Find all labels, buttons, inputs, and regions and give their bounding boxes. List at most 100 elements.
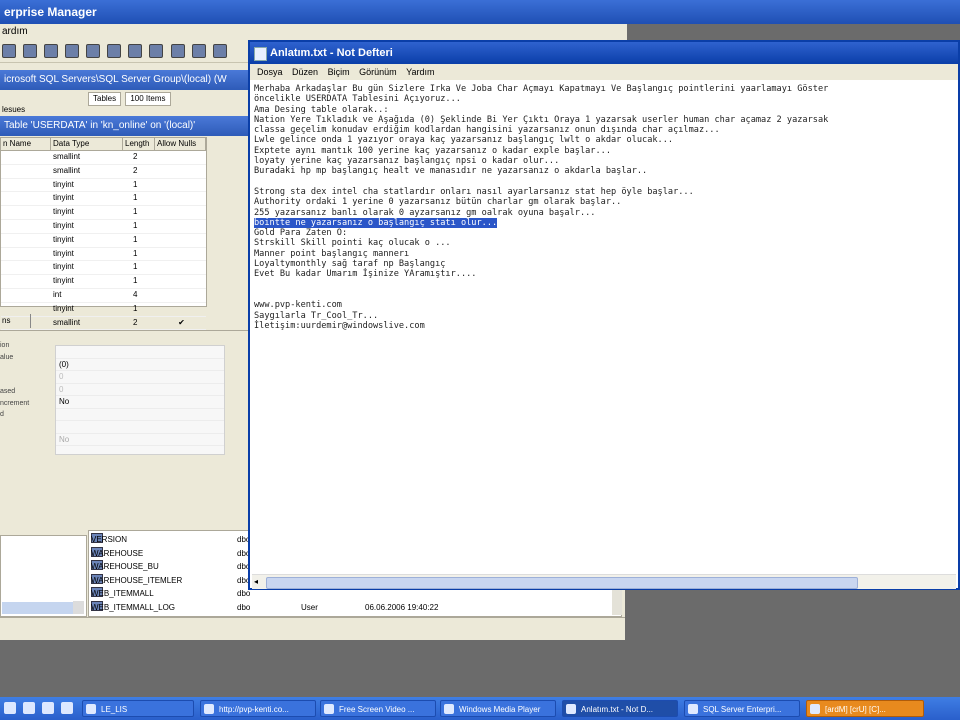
allow-nulls-cell[interactable] <box>155 151 206 164</box>
menu-edit[interactable]: Düzen <box>292 67 318 77</box>
menu-help[interactable]: Yardım <box>406 67 434 77</box>
column-name-cell[interactable] <box>1 234 51 247</box>
table-row[interactable]: tinyint 1 <box>1 234 206 248</box>
quick-launch-explorer-icon[interactable] <box>61 702 74 714</box>
table-row[interactable]: smallint 2 <box>1 165 206 179</box>
data-type-cell[interactable]: smallint <box>51 165 123 178</box>
length-cell[interactable]: 1 <box>123 179 155 192</box>
tab-tables[interactable]: Tables <box>88 92 122 106</box>
length-cell[interactable]: 1 <box>123 248 155 261</box>
notepad-title-bar[interactable]: Anlatım.txt - Not Defteri <box>250 42 958 64</box>
menu-format[interactable]: Biçim <box>328 67 350 77</box>
toolbar-key-icon[interactable] <box>65 44 80 58</box>
allow-nulls-cell[interactable] <box>155 179 206 192</box>
column-name-cell[interactable] <box>1 192 51 205</box>
enterprise-manager-title-bar[interactable]: erprise Manager <box>0 0 960 24</box>
enterprise-manager-menu[interactable]: ardım <box>0 24 627 40</box>
allow-nulls-cell[interactable] <box>155 220 206 233</box>
column-name-cell[interactable] <box>1 261 51 274</box>
allow-nulls-cell[interactable] <box>155 234 206 247</box>
taskbar-item-notepad[interactable]: Anlatım.txt - Not D... <box>562 700 678 717</box>
data-type-cell[interactable]: tinyint <box>51 234 123 247</box>
quick-launch-ie-icon[interactable] <box>23 702 36 714</box>
scrollbar-thumb[interactable] <box>266 577 858 589</box>
data-type-cell[interactable]: tinyint <box>51 220 123 233</box>
allow-nulls-cell[interactable] <box>155 165 206 178</box>
quick-launch-media-icon[interactable] <box>42 702 55 714</box>
property-value[interactable] <box>56 421 224 434</box>
toolbar-refresh-icon[interactable] <box>191 44 206 58</box>
column-name-cell[interactable] <box>1 275 51 288</box>
list-item[interactable]: WEB_ITEMMALL_LOG dbo User 06.06.2006 19:40:… <box>89 600 621 615</box>
property-value[interactable]: No <box>56 434 224 446</box>
taskbar-item-le-lis[interactable]: LE_LIS <box>82 700 194 717</box>
data-type-cell[interactable]: tinyint <box>51 206 123 219</box>
taskbar-item-flashing[interactable]: [ardM] [crU] [C]... <box>806 700 924 717</box>
property-value[interactable]: 0 <box>56 384 224 396</box>
tree-selected-node[interactable] <box>2 602 74 614</box>
taskbar-item-screen-video[interactable]: Free Screen Video ... <box>320 700 436 717</box>
table-row[interactable]: tinyint 1 <box>1 275 206 289</box>
table-row[interactable]: tinyint 1 <box>1 248 206 262</box>
data-type-cell[interactable]: int <box>51 289 123 302</box>
property-value[interactable] <box>56 409 224 421</box>
property-default-value[interactable]: (0) <box>56 359 224 371</box>
allow-nulls-cell[interactable] <box>155 289 206 302</box>
menu-view[interactable]: Görünüm <box>359 67 397 77</box>
table-row[interactable]: tinyint 1 <box>1 206 206 220</box>
toolbar-table-icon[interactable] <box>86 44 101 58</box>
column-name-cell[interactable] <box>1 248 51 261</box>
table-row[interactable]: int 4 <box>1 289 206 303</box>
toolbar-script-icon[interactable] <box>170 44 185 58</box>
quick-launch-desktop-icon[interactable] <box>4 702 16 714</box>
taskbar-item-sql-server[interactable]: SQL Server Enterpri... <box>684 700 800 717</box>
allow-nulls-cell[interactable] <box>155 248 206 261</box>
length-cell[interactable]: 1 <box>123 206 155 219</box>
allow-nulls-cell[interactable] <box>155 192 206 205</box>
data-type-cell[interactable]: tinyint <box>51 275 123 288</box>
allow-nulls-cell[interactable] <box>155 275 206 288</box>
table-row[interactable]: smallint 2 <box>1 151 206 165</box>
property-value[interactable]: 0 <box>56 371 224 384</box>
data-type-cell[interactable]: tinyint <box>51 192 123 205</box>
design-table-title-bar[interactable]: Table 'USERDATA' in 'kn_online' on '(loc… <box>0 116 250 136</box>
properties-tab-label[interactable]: ns <box>0 316 10 325</box>
notepad-horizontal-scrollbar[interactable]: ◂ <box>252 574 956 589</box>
table-row[interactable]: tinyint 1 <box>1 179 206 193</box>
property-identity[interactable]: No <box>56 396 224 409</box>
length-cell[interactable]: 1 <box>123 192 155 205</box>
toolbar-copy-icon[interactable] <box>23 44 38 58</box>
allow-nulls-cell[interactable] <box>155 261 206 274</box>
data-type-cell[interactable]: tinyint <box>51 261 123 274</box>
column-name-cell[interactable] <box>1 165 51 178</box>
data-type-cell[interactable]: tinyint <box>51 179 123 192</box>
table-row[interactable]: tinyint 1 <box>1 192 206 207</box>
column-properties-box[interactable]: (0) 0 0 No No <box>55 345 225 455</box>
toolbar-paste-icon[interactable] <box>44 44 59 58</box>
scroll-left-arrow-icon[interactable]: ◂ <box>254 578 258 586</box>
taskbar-item-media-player[interactable]: Windows Media Player <box>440 700 556 717</box>
length-cell[interactable]: 1 <box>123 275 155 288</box>
notepad-text-area[interactable]: Merhaba Arkadaşlar Bu gün Sizlere Irka V… <box>254 84 954 574</box>
toolbar-help-icon[interactable] <box>212 44 227 58</box>
tree-scroll-right-icon[interactable] <box>73 601 84 614</box>
taskbar-item-browser[interactable]: http://pvp-kenti.co... <box>200 700 316 717</box>
data-type-cell[interactable]: smallint <box>51 151 123 164</box>
length-cell[interactable]: 4 <box>123 289 155 302</box>
column-design-grid[interactable]: n Name Data Type Length Allow Nulls smal… <box>0 137 207 331</box>
menu-file[interactable]: Dosya <box>257 67 283 77</box>
table-row[interactable]: tinyint 1 <box>1 261 206 276</box>
column-name-cell[interactable] <box>1 289 51 302</box>
length-cell[interactable]: 2 <box>123 165 155 178</box>
length-cell[interactable]: 2 <box>123 151 155 164</box>
column-name-cell[interactable] <box>1 206 51 219</box>
table-row[interactable]: tinyint 1 <box>1 220 206 234</box>
length-cell[interactable]: 1 <box>123 220 155 233</box>
length-cell[interactable]: 1 <box>123 234 155 247</box>
property-value[interactable] <box>56 346 224 359</box>
length-cell[interactable]: 1 <box>123 261 155 274</box>
console-tree[interactable] <box>0 535 87 617</box>
toolbar-relation-icon[interactable] <box>128 44 143 58</box>
allow-nulls-cell[interactable] <box>155 206 206 219</box>
toolbar-cut-icon[interactable] <box>2 44 16 58</box>
